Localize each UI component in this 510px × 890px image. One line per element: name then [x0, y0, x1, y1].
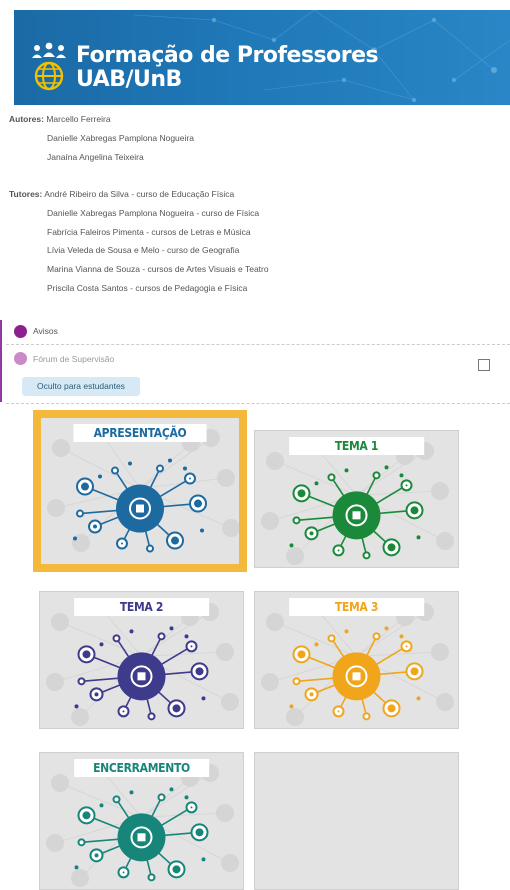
- activity-link-forum-supervisao[interactable]: Fórum de Supervisão: [33, 354, 114, 364]
- author-name: Janaína Angelina Teixeira: [47, 152, 144, 162]
- tile-apresenta-o[interactable]: APRESENTAÇÃO: [33, 410, 247, 572]
- tile-empty: [254, 752, 459, 890]
- tutor-name: Lívia Veleda de Sousa e Melo - curso de …: [47, 245, 240, 255]
- tile-image: TEMA 1: [255, 431, 458, 567]
- tutors-label: Tutores:: [9, 189, 43, 199]
- activity-link-avisos[interactable]: Avisos: [33, 326, 58, 336]
- tile-title: TEMA 2: [73, 598, 210, 616]
- course-banner: Formação de Professores UAB/UnB: [14, 10, 510, 105]
- tile-image: TEMA 2: [40, 592, 243, 728]
- tutor-name: Priscila Costa Santos - cursos de Pedago…: [47, 283, 248, 293]
- tile-encerramento[interactable]: ENCERRAMENTO: [39, 752, 244, 890]
- divider: [6, 344, 510, 345]
- tile-image: ENCERRAMENTO: [40, 753, 243, 889]
- tutor-name: André Ribeiro da Silva - curso de Educaç…: [44, 189, 235, 199]
- globe-people-icon: [32, 42, 66, 91]
- authors-row: Autores: Marcello Ferreira: [9, 114, 111, 124]
- course-title: Formação de Professores UAB/UnB: [76, 43, 379, 92]
- tile-tema-2[interactable]: TEMA 2: [39, 591, 244, 729]
- divider: [6, 403, 510, 404]
- section-accent-bar: [0, 320, 2, 402]
- authors-label: Autores:: [9, 114, 44, 124]
- tile-image: APRESENTAÇÃO: [41, 418, 239, 564]
- completion-checkbox[interactable]: [478, 359, 490, 371]
- tutor-name: Marina Vianna de Souza - cursos de Artes…: [47, 264, 269, 274]
- forum-icon: [14, 325, 27, 338]
- tile-image: TEMA 3: [255, 592, 458, 728]
- hidden-badge: Oculto para estudantes: [22, 377, 140, 396]
- tile-title: TEMA 1: [288, 437, 425, 455]
- tile-title: TEMA 3: [288, 598, 425, 616]
- tutor-name: Danielle Xabregas Pamplona Nogueira - cu…: [47, 208, 260, 218]
- tile-title: APRESENTAÇÃO: [73, 424, 207, 442]
- forum-icon: [14, 352, 27, 365]
- tile-title: ENCERRAMENTO: [73, 759, 210, 777]
- tile-tema-3[interactable]: TEMA 3: [254, 591, 459, 729]
- author-name: Danielle Xabregas Pamplona Nogueira: [47, 133, 194, 143]
- tutor-name: Fabrícia Faleiros Pimenta - cursos de Le…: [47, 227, 251, 237]
- tile-tema-1[interactable]: TEMA 1: [254, 430, 459, 568]
- author-name: Marcello Ferreira: [46, 114, 111, 124]
- tutors-row: Tutores: André Ribeiro da Silva - curso …: [9, 189, 234, 199]
